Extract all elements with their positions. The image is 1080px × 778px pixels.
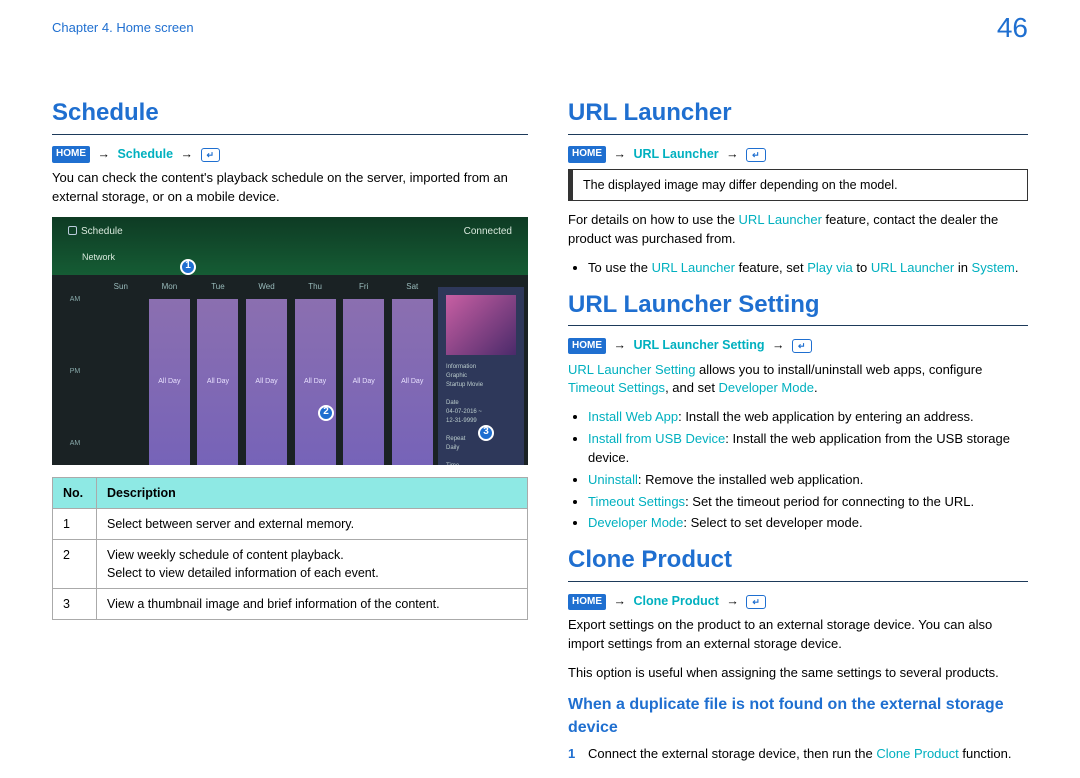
- list-item: Install Web App: Install the web applica…: [588, 408, 1028, 427]
- arrow-icon: →: [722, 594, 743, 608]
- callout-3: 3: [478, 425, 494, 441]
- url-launcher-bullet: To use the URL Launcher feature, set Pla…: [568, 259, 1028, 278]
- uls-items: Install Web App: Install the web applica…: [568, 408, 1028, 533]
- col-right: URL Launcher HOME → URL Launcher → ↵ The…: [568, 96, 1028, 768]
- connected-label: Connected: [464, 225, 512, 240]
- chapter-label: Chapter 4. Home screen: [52, 19, 194, 38]
- clone-subhead: When a duplicate file is not found on th…: [568, 693, 1028, 739]
- page-number: 46: [997, 8, 1028, 49]
- rule: [568, 134, 1028, 135]
- col-left: Schedule HOME → Schedule → ↵ You can che…: [52, 96, 528, 768]
- page-body: Schedule HOME → Schedule → ↵ You can che…: [0, 56, 1080, 778]
- schedule-ui-title: Schedule: [68, 225, 123, 240]
- page-header: Chapter 4. Home screen 46: [0, 0, 1080, 56]
- arrow-icon: →: [768, 338, 789, 352]
- arrow-icon: →: [177, 147, 198, 161]
- schedule-title: Schedule: [52, 96, 528, 131]
- list-item: Developer Mode: Select to set developer …: [588, 514, 1028, 533]
- arrow-icon: →: [609, 147, 630, 161]
- home-badge: HOME: [568, 338, 606, 355]
- clone-p2: This option is useful when assigning the…: [568, 664, 1028, 683]
- info-lines: Information: [438, 363, 524, 372]
- table-row: 3 View a thumbnail image and brief infor…: [53, 589, 528, 620]
- schedule-hours: AM PM AM: [52, 275, 98, 465]
- callout-2: 2: [318, 405, 334, 421]
- clone-p1: Export settings on the product to an ext…: [568, 616, 1028, 654]
- th-no: No.: [53, 477, 97, 508]
- home-badge: HOME: [568, 594, 606, 611]
- list-item: To use the URL Launcher feature, set Pla…: [588, 259, 1028, 278]
- enter-icon: ↵: [792, 339, 812, 353]
- home-badge: HOME: [568, 146, 606, 163]
- clone-nav: HOME → Clone Product → ↵: [568, 592, 1028, 610]
- table-row: 1 Select between server and external mem…: [53, 508, 528, 539]
- clone-steps: 1 Connect the external storage device, t…: [568, 745, 1028, 764]
- rule: [52, 134, 528, 135]
- callout-1: 1: [180, 259, 196, 275]
- uls-para: URL Launcher Setting allows you to insta…: [568, 361, 1028, 399]
- uls-nav: HOME → URL Launcher Setting → ↵: [568, 336, 1028, 354]
- url-launcher-nav: HOME → URL Launcher → ↵: [568, 145, 1028, 163]
- arrow-icon: →: [609, 338, 630, 352]
- schedule-intro: You can check the content's playback sch…: [52, 169, 528, 207]
- thumbnail: [446, 295, 516, 355]
- enter-icon: ↵: [746, 148, 766, 162]
- schedule-step: Schedule: [117, 147, 173, 161]
- clone-product-title: Clone Product: [568, 543, 1028, 578]
- rule: [568, 581, 1028, 582]
- schedule-top-bar: Schedule Connected Network 1: [52, 217, 528, 275]
- arrow-icon: →: [609, 594, 630, 608]
- home-badge: HOME: [52, 146, 90, 163]
- schedule-screenshot: Schedule Connected Network 1 AM PM AM Su…: [52, 217, 528, 465]
- list-item: Timeout Settings: Set the timeout period…: [588, 493, 1028, 512]
- url-launcher-title: URL Launcher: [568, 96, 1028, 131]
- clock-icon: [68, 226, 77, 235]
- url-launcher-setting-title: URL Launcher Setting: [568, 288, 1028, 323]
- list-item: 1 Connect the external storage device, t…: [568, 745, 1028, 764]
- schedule-nav-path: HOME → Schedule → ↵: [52, 145, 528, 163]
- schedule-grid: Sun MonAll Day TueAll Day WedAll Day Thu…: [98, 275, 528, 465]
- list-item: Uninstall: Remove the installed web appl…: [588, 471, 1028, 490]
- arrow-icon: →: [93, 147, 114, 161]
- list-item: Install from USB Device: Install the web…: [588, 430, 1028, 468]
- schedule-table: No. Description 1 Select between server …: [52, 477, 528, 621]
- schedule-body: AM PM AM Sun MonAll Day TueAll Day WedAl…: [52, 275, 528, 465]
- table-row: 2 View weekly schedule of content playba…: [53, 539, 528, 588]
- enter-icon: ↵: [746, 595, 766, 609]
- network-label: Network: [82, 251, 115, 264]
- th-desc: Description: [97, 477, 528, 508]
- enter-icon: ↵: [201, 148, 221, 162]
- rule: [568, 325, 1028, 326]
- url-launcher-para: For details on how to use the URL Launch…: [568, 211, 1028, 249]
- note-box: The displayed image may differ depending…: [568, 169, 1028, 201]
- arrow-icon: →: [722, 147, 743, 161]
